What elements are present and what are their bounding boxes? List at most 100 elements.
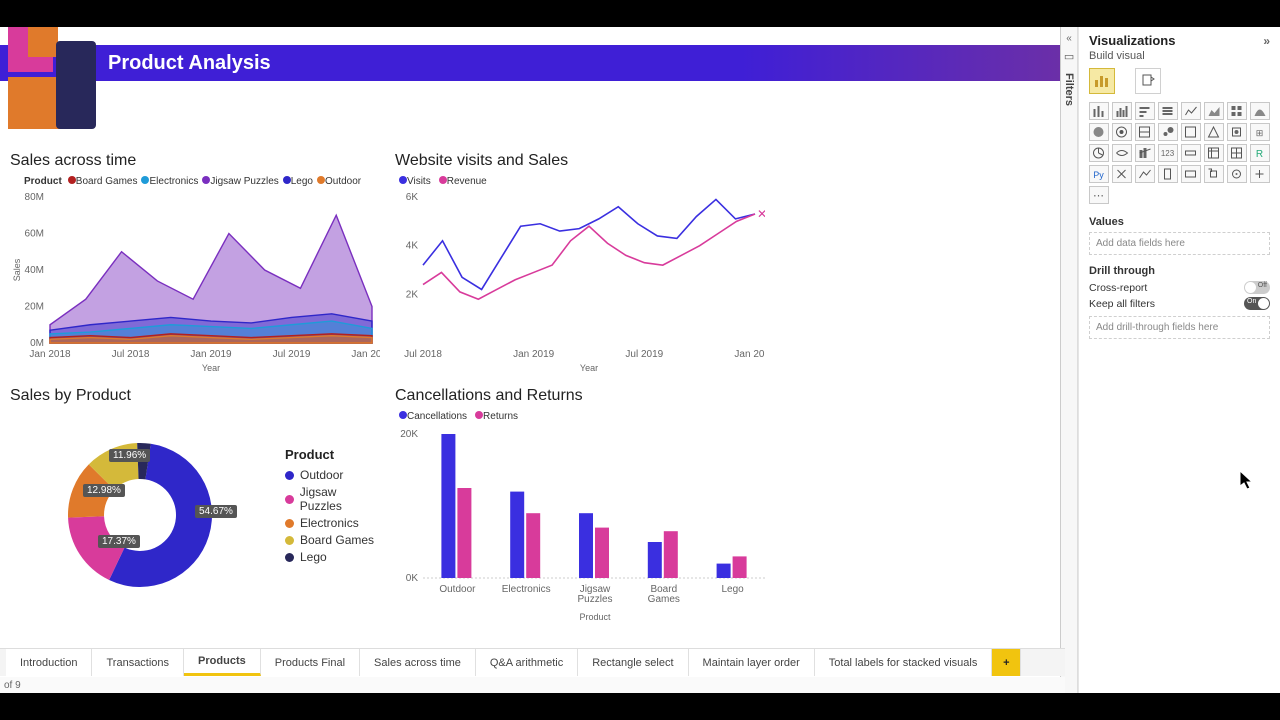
svg-text:Jan 2019: Jan 2019 <box>513 349 555 360</box>
collapse-vizpane-icon[interactable]: » <box>1263 34 1270 48</box>
svg-text:Py: Py <box>1093 170 1104 180</box>
viz-type-gauge[interactable] <box>1227 123 1247 141</box>
drillthrough-well[interactable]: Add drill-through fields here <box>1089 316 1270 339</box>
svg-text:⋯: ⋯ <box>1093 190 1104 201</box>
page-tabs: IntroductionTransactionsProductsProducts… <box>0 648 1065 676</box>
viz-type-pie[interactable] <box>1089 123 1109 141</box>
svg-text:60M: 60M <box>25 229 44 240</box>
viz-type-card[interactable] <box>1181 123 1201 141</box>
viz-type-more[interactable]: ⋯ <box>1089 186 1109 204</box>
slice-pct-label: 54.67% <box>195 505 237 518</box>
svg-text:123: 123 <box>1161 149 1175 158</box>
page-tab[interactable]: Total labels for stacked visuals <box>815 649 993 676</box>
svg-text:Year: Year <box>580 363 598 373</box>
page-tab[interactable]: Transactions <box>92 649 184 676</box>
svg-text:40M: 40M <box>25 265 44 276</box>
slice-pct-label: 11.96% <box>109 449 150 462</box>
cross-report-toggle[interactable]: Off <box>1244 281 1270 294</box>
build-visual-mode-button[interactable] <box>1089 68 1115 94</box>
expand-filters-icon[interactable]: « <box>1066 33 1072 44</box>
viz-type-donut[interactable] <box>1112 123 1132 141</box>
viz-type-combo[interactable] <box>1135 144 1155 162</box>
viz-type-sparkline[interactable] <box>1135 165 1155 183</box>
page-tab[interactable]: Maintain layer order <box>689 649 815 676</box>
viz-type-pivot[interactable] <box>1227 144 1247 162</box>
page-tab[interactable]: Q&A arithmetic <box>476 649 578 676</box>
viz-type-qa[interactable] <box>1227 165 1247 183</box>
bookmark-icon[interactable]: ▭ <box>1064 50 1074 63</box>
viz-type-scatter[interactable] <box>1158 123 1178 141</box>
svg-text:4K: 4K <box>406 241 419 252</box>
viz-type-funnel[interactable] <box>1204 123 1224 141</box>
viz-type-clock[interactable] <box>1089 144 1109 162</box>
svg-text:Product: Product <box>579 612 611 622</box>
chart-cancellations-returns[interactable]: Cancellations and Returns CancellationsR… <box>395 387 775 627</box>
slice-pct-label: 17.37% <box>98 535 140 548</box>
svg-text:Jul 2018: Jul 2018 <box>112 349 150 360</box>
svg-text:Jul 2019: Jul 2019 <box>625 349 663 360</box>
viz-type-kpi[interactable]: ⊞ <box>1250 123 1270 141</box>
drillthrough-label: Drill through <box>1089 265 1270 277</box>
keep-filters-toggle[interactable]: On <box>1244 297 1270 310</box>
viz-type-stacked-bar[interactable] <box>1089 102 1109 120</box>
viz-type-number[interactable]: 123 <box>1158 144 1178 162</box>
chart-sales-across-time[interactable]: Sales across time Product Board GamesEle… <box>10 152 380 382</box>
page-tab[interactable]: Sales across time <box>360 649 476 676</box>
svg-text:R: R <box>1256 149 1263 159</box>
viz-type-key-influencers[interactable] <box>1112 165 1132 183</box>
visualizations-pane: Visualizations » Build visual ⊞123RPy⋯ V… <box>1078 27 1280 693</box>
svg-text:⊞: ⊞ <box>1256 128 1264 138</box>
viz-type-slicer[interactable] <box>1181 144 1201 162</box>
add-page-button[interactable]: + <box>992 649 1021 676</box>
viz-type-area[interactable] <box>1204 102 1224 120</box>
logo <box>8 27 98 129</box>
report-canvas[interactable]: Product Analysis Sales across time Produ… <box>0 27 1061 693</box>
viz-type-treemap[interactable] <box>1227 102 1247 120</box>
filters-pane-collapsed[interactable]: « ▭ Filters <box>1061 27 1078 693</box>
svg-text:Sales: Sales <box>12 258 22 281</box>
legend-item: Lego <box>285 550 380 564</box>
viz-type-arcgis[interactable] <box>1250 165 1270 183</box>
viz-type-paginated[interactable] <box>1158 165 1178 183</box>
viz-type-py-visual[interactable]: Py <box>1089 165 1109 183</box>
page-tab[interactable]: Introduction <box>6 649 92 676</box>
chart-website-visits-sales[interactable]: Website visits and Sales VisitsRevenue 2… <box>395 152 765 382</box>
viz-type-map[interactable] <box>1112 144 1132 162</box>
area-chart-svg: 0M20M40M60M80MJan 2018Jul 2018Jan 2019Ju… <box>10 189 380 379</box>
viz-type-r-visual[interactable]: R <box>1250 144 1270 162</box>
svg-text:Year: Year <box>202 363 220 373</box>
page-tab[interactable]: Products Final <box>261 649 360 676</box>
viz-type-decomp-tree[interactable] <box>1204 165 1224 183</box>
chart-title: Sales by Product <box>10 387 380 405</box>
legend-item: Outdoor <box>285 468 380 482</box>
svg-text:Lego: Lego <box>721 584 744 595</box>
svg-text:2K: 2K <box>406 289 419 300</box>
legend-item: Jigsaw Puzzles <box>285 485 380 513</box>
svg-text:Jan 2018: Jan 2018 <box>29 349 71 360</box>
format-visual-mode-button[interactable] <box>1135 68 1161 94</box>
app-root: Product Analysis Sales across time Produ… <box>0 27 1280 693</box>
viz-type-clustered-bar[interactable] <box>1112 102 1132 120</box>
page-tab[interactable]: Rectangle select <box>578 649 688 676</box>
viz-type-ribbon[interactable] <box>1250 102 1270 120</box>
page-tab[interactable]: Products <box>184 649 261 676</box>
viz-type-line[interactable] <box>1181 102 1201 120</box>
values-well-label: Values <box>1089 216 1270 228</box>
svg-text:✕: ✕ <box>757 207 765 221</box>
legend: Product Board GamesElectronicsJigsaw Puz… <box>24 176 380 187</box>
svg-text:20M: 20M <box>25 302 44 313</box>
viz-type-stacked-barh[interactable] <box>1135 102 1155 120</box>
svg-text:Outdoor: Outdoor <box>439 584 476 595</box>
filters-label: Filters <box>1063 73 1075 106</box>
bar-chart-svg: 0K20KOutdoorElectronicsJigsawPuzzlesBoar… <box>395 424 775 624</box>
chart-sales-by-product[interactable]: Sales by Product Product OutdoorJigsaw P… <box>10 387 380 627</box>
viz-type-table[interactable] <box>1204 144 1224 162</box>
viz-type-clustered-barh[interactable] <box>1158 102 1178 120</box>
svg-text:Jan 2019: Jan 2019 <box>190 349 232 360</box>
chart-title: Website visits and Sales <box>395 152 765 170</box>
viz-type-matrix[interactable] <box>1135 123 1155 141</box>
values-well[interactable]: Add data fields here <box>1089 232 1270 255</box>
viz-type-smart-narrative[interactable] <box>1181 165 1201 183</box>
legend-item: Electronics <box>285 516 380 530</box>
svg-text:Jul 2019: Jul 2019 <box>273 349 311 360</box>
